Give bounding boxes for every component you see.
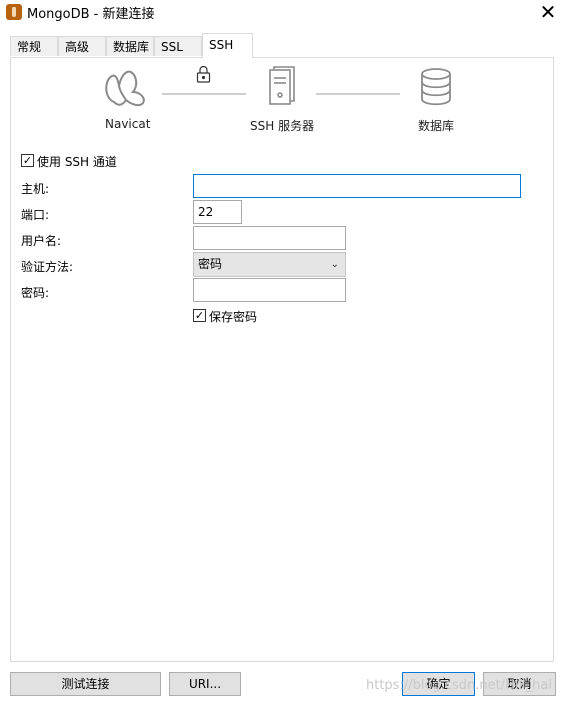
ssh-server-label: SSH 服务器 — [250, 119, 315, 133]
ok-button[interactable]: 确定 — [402, 672, 475, 696]
connection-diagram: Navicat SSH 服务器 数据库 — [0, 0, 572, 140]
save-password-label: 保存密码 — [209, 310, 258, 324]
database-icon — [421, 68, 451, 106]
host-input[interactable] — [193, 174, 521, 198]
use-ssh-label: 使用 SSH 通道 — [37, 155, 117, 169]
auth-method-value: 密码 — [198, 257, 223, 271]
username-label: 用户名: — [21, 234, 62, 248]
check-icon: ✓ — [22, 154, 33, 167]
database-label: 数据库 — [418, 119, 455, 133]
check-icon: ✓ — [194, 309, 205, 322]
port-label: 端口: — [21, 208, 50, 222]
password-label: 密码: — [21, 286, 50, 300]
save-password-checkbox[interactable]: ✓ — [193, 309, 206, 322]
host-label: 主机: — [21, 182, 50, 196]
test-connection-button[interactable]: 测试连接 — [10, 672, 161, 696]
navicat-label: Navicat — [105, 117, 151, 131]
use-ssh-checkbox[interactable]: ✓ — [21, 154, 34, 167]
tab-ssh[interactable]: SSH — [202, 33, 253, 58]
tab-label: SSH — [209, 38, 234, 52]
auth-method-select[interactable]: 密码 ⌄ — [193, 252, 346, 277]
cancel-button[interactable]: 取消 — [483, 672, 556, 696]
uri-button[interactable]: URI... — [169, 672, 241, 696]
auth-method-label: 验证方法: — [21, 260, 74, 274]
navicat-icon — [105, 70, 145, 107]
server-icon — [269, 66, 295, 105]
ssh-panel — [10, 57, 554, 662]
port-input[interactable]: 22 — [193, 200, 242, 224]
chevron-down-icon: ⌄ — [330, 259, 339, 270]
password-input[interactable] — [193, 278, 346, 302]
lock-icon — [196, 65, 211, 83]
username-input[interactable] — [193, 226, 346, 250]
